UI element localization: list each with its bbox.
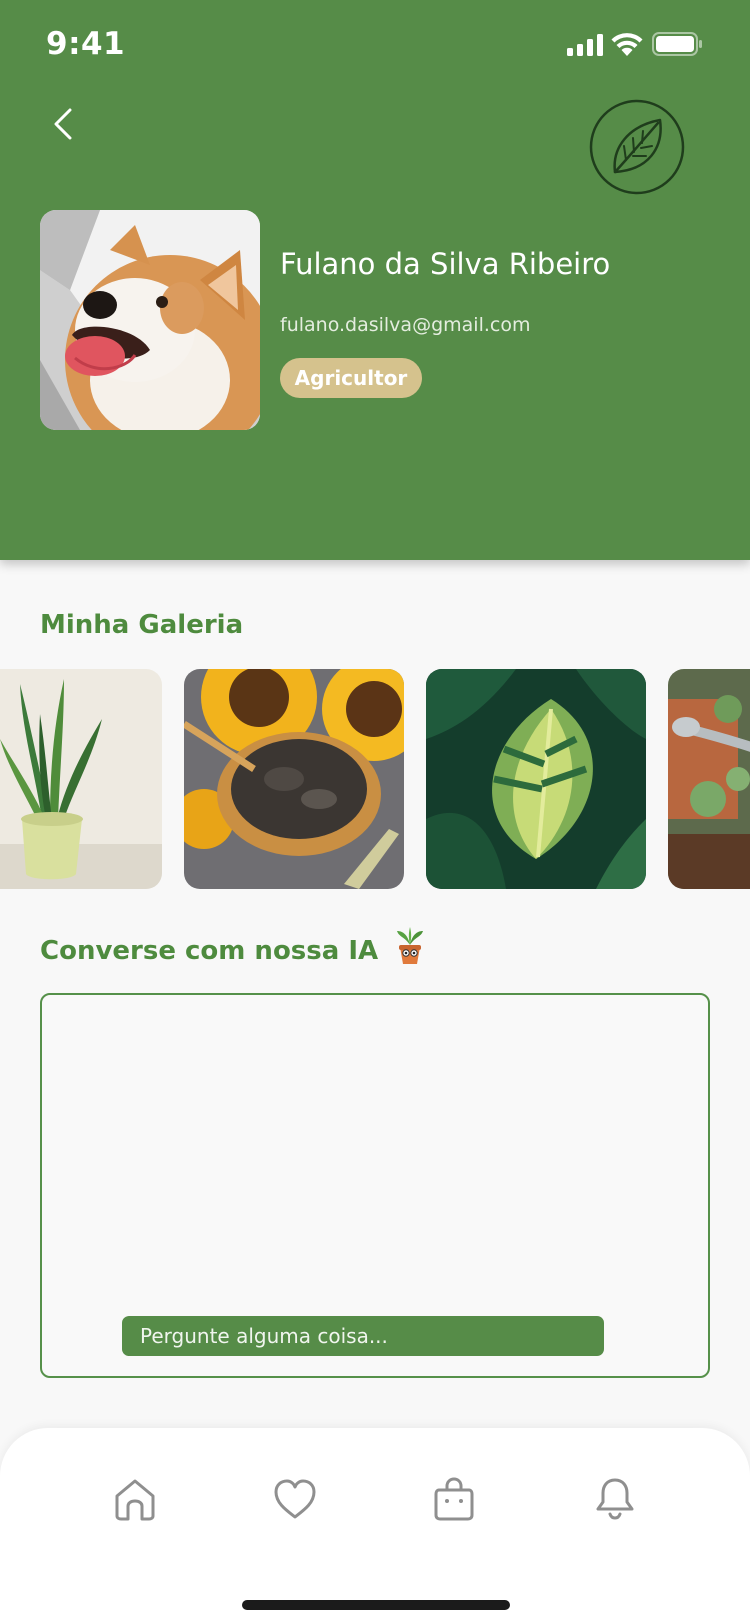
shopping-bag-icon[interactable]	[431, 1476, 477, 1522]
gallery-item-sunflowers[interactable]	[184, 669, 404, 889]
status-bar: 9:41	[0, 0, 750, 90]
home-icon[interactable]	[112, 1476, 158, 1522]
heart-icon[interactable]	[272, 1476, 318, 1522]
home-indicator	[242, 1600, 510, 1610]
gallery-item-snake-plant[interactable]	[0, 669, 162, 889]
gallery-item-monstera[interactable]	[426, 669, 646, 889]
chat-title-text: Converse com nossa IA	[40, 936, 379, 966]
profile-name: Fulano da Silva Ribeiro	[280, 247, 611, 281]
sunflower-seeds-photo	[184, 669, 404, 889]
bottom-navigation	[0, 1428, 750, 1624]
corgi-photo	[40, 210, 260, 430]
gallery-title: Minha Galeria	[40, 610, 244, 640]
avatar	[40, 210, 260, 430]
gallery-carousel[interactable]	[0, 669, 750, 889]
profile-email: fulano.dasilva@gmail.com	[280, 314, 531, 336]
wifi-icon	[611, 33, 643, 56]
cellular-signal-icon	[567, 34, 603, 56]
leaf-icon	[589, 99, 685, 195]
profile-header: 9:41 Fulano da Silva Ribeiro fulano.dasi…	[0, 0, 750, 560]
status-time: 9:41	[46, 26, 126, 62]
back-chevron-icon[interactable]	[48, 104, 80, 144]
potted-plant-emoji-icon	[397, 927, 424, 964]
monstera-photo	[426, 669, 646, 889]
chat-question-input[interactable]: Pergunte alguma coisa...	[122, 1316, 604, 1356]
gallery-item-watering-can[interactable]	[668, 669, 750, 889]
watering-can-photo	[668, 669, 750, 889]
snake-plant-photo	[0, 669, 162, 889]
chat-panel: Pergunte alguma coisa...	[40, 993, 710, 1378]
battery-icon	[652, 32, 702, 56]
chat-input-placeholder: Pergunte alguma coisa...	[140, 1324, 388, 1348]
role-badge: Agricultor	[280, 358, 422, 398]
bell-icon[interactable]	[592, 1476, 638, 1522]
chat-title: Converse com nossa IA	[40, 927, 425, 966]
